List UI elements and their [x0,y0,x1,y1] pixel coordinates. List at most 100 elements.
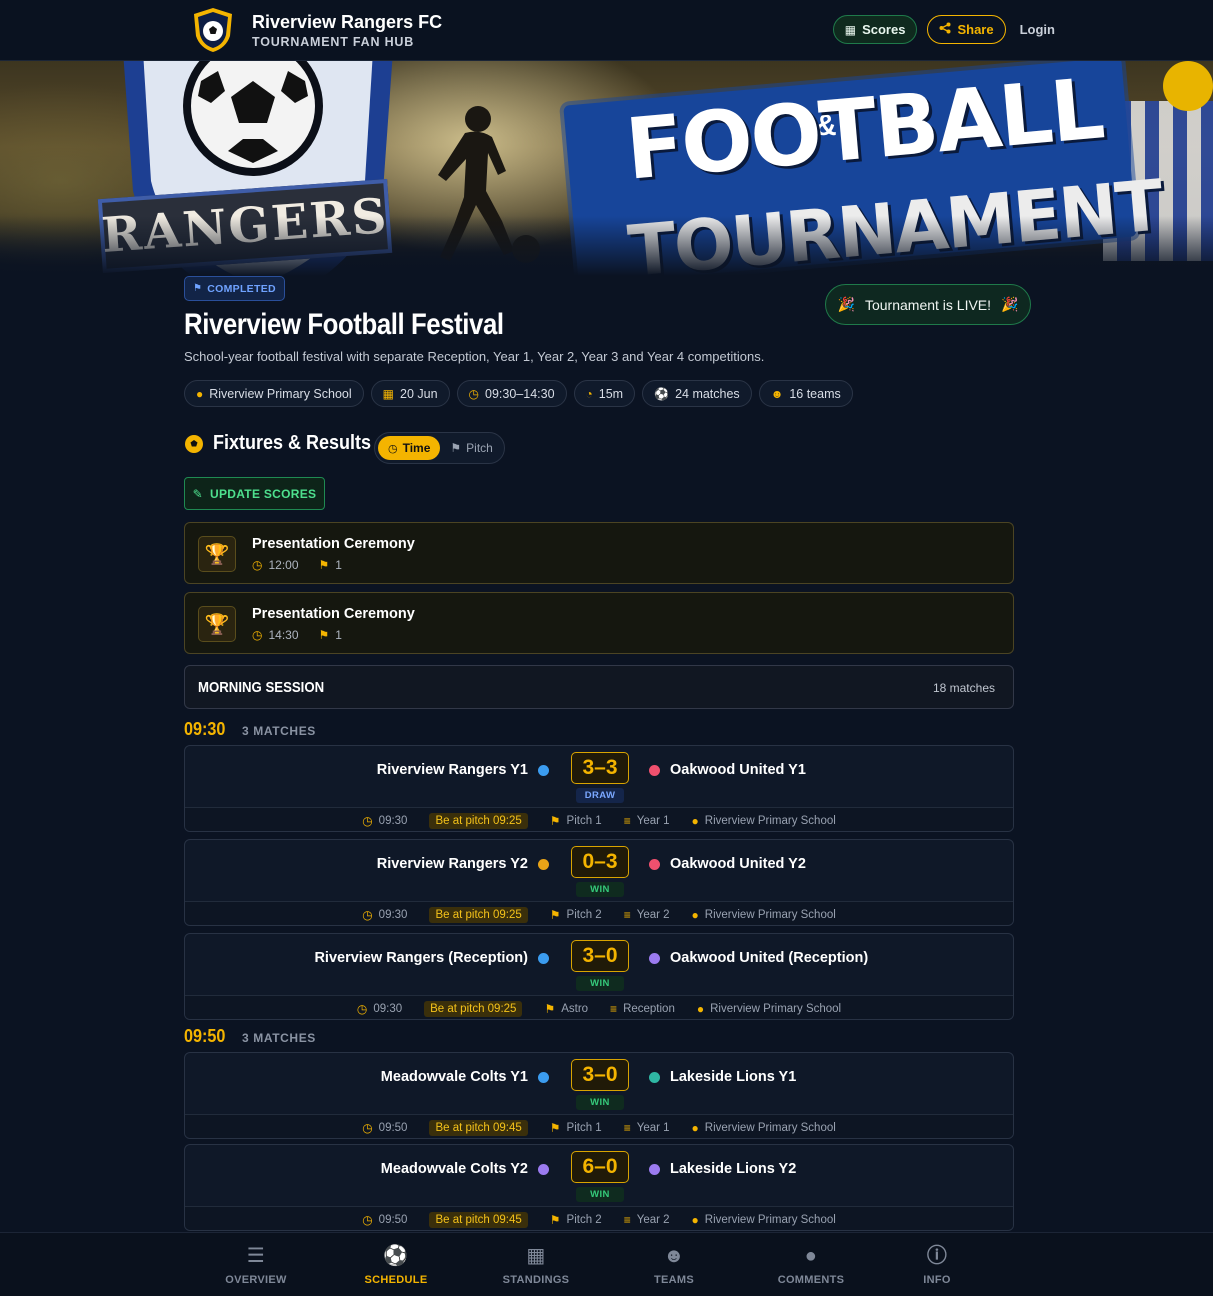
fixtures-header: Fixtures & Results [184,432,389,455]
event-info-chips: ● Riverview Primary School ▦ 20 Jun ◷ 09… [184,380,853,407]
match-card[interactable]: Riverview Rangers Y2 0–3 WIN Oakwood Uni… [184,839,1014,926]
be-at-pitch-badge: Be at pitch 09:45 [429,1119,528,1136]
status-badge-label: COMPLETED [207,282,276,295]
result-badge: DRAW [576,788,624,803]
home-team-name: Meadowvale Colts Y2 [380,1161,528,1177]
date-label: 20 Jun [400,386,438,401]
date-chip: ▦ 20 Jun [370,380,450,407]
match-group: ≡ Year 2 [624,1213,670,1227]
ceremony-card[interactable]: 🏆 Presentation Ceremony ◷ 12:00 ⚑ 1 [184,522,1014,584]
match-details: ◷ 09:30 Be at pitch 09:25 ⚑ Pitch 1 ≡ Ye… [185,807,1013,831]
match-group: ≡ Year 1 [624,814,670,828]
app-title: Riverview Rangers FC [252,11,443,32]
toggle-time-button[interactable]: ◷ Time [378,436,441,460]
match-pitch-label: Pitch 2 [566,908,602,921]
toggle-pitch-button[interactable]: ⚑ Pitch [440,436,502,460]
match-pitch-label: Pitch 1 [566,1121,602,1134]
match-score: 0–3 [571,846,629,878]
team-color-dot [649,764,660,776]
ceremony-pitch: 1 [335,628,342,642]
layers-icon: ≡ [623,907,631,922]
nav-overview[interactable]: ☰ OVERVIEW [196,1243,316,1286]
match-card[interactable]: Riverview Rangers Y1 3–3 DRAW Oakwood Un… [184,745,1014,832]
match-details: ◷ 09:30 Be at pitch 09:25 ⚑ Astro ≡ Rece… [185,995,1013,1019]
teams-label: 16 teams [789,386,841,401]
login-link[interactable]: Login [1016,22,1055,37]
match-teams: Riverview Rangers Y1 3–3 DRAW Oakwood Un… [185,746,1013,807]
match-group-label: Year 2 [636,908,670,921]
match-time-label: 09:30 [378,908,408,921]
users-icon: ☻ [770,386,784,401]
match-venue: ● Riverview Primary School [697,1002,841,1016]
location-pin-icon: ● [691,1212,699,1227]
nav-info[interactable]: ⓘ INFO [877,1243,997,1286]
ceremony-time: 12:00 [268,558,299,572]
match-score: 3–3 [571,752,629,784]
match-card[interactable]: Meadowvale Colts Y2 6–0 WIN Lakeside Lio… [184,1144,1014,1231]
scores-button[interactable]: ▦ Scores [832,15,918,44]
event-title: Riverview Football Festival [184,308,504,341]
status-badge: ⚑ COMPLETED [184,276,285,301]
table-icon: ▦ [526,1245,546,1267]
session-header[interactable]: MORNING SESSION 18 matches [184,665,1014,709]
share-button[interactable]: Share [927,15,1006,44]
clock-icon: ◷ [362,1212,373,1227]
match-pitch: ⚑ Pitch 2 [550,908,602,922]
home-team: Riverview Rangers Y1 [377,762,549,778]
layers-icon: ≡ [610,1001,618,1016]
match-details: ◷ 09:50 Be at pitch 09:45 ⚑ Pitch 2 ≡ Ye… [185,1206,1013,1230]
matches-label: 24 matches [675,386,740,401]
match-details: ◷ 09:30 Be at pitch 09:25 ⚑ Pitch 2 ≡ Ye… [185,901,1013,925]
match-card[interactable]: Riverview Rangers (Reception) 3–0 WIN Oa… [184,933,1014,1020]
duration-chip: ◔ 15m [573,380,636,407]
match-group-label: Year 1 [636,1121,670,1134]
clock-icon: ◷ [356,1001,368,1016]
event-description: School-year football festival with separ… [184,349,765,364]
match-pitch-label: Astro [561,1002,589,1015]
flag-icon: ⚑ [450,441,462,455]
football-icon: ⚽ [383,1245,409,1267]
match-teams: Meadowvale Colts Y1 3–0 WIN Lakeside Lio… [185,1053,1013,1114]
slot-time: 09:50 [184,1026,226,1046]
share-label: Share [957,22,994,37]
away-team-name: Lakeside Lions Y2 [670,1161,797,1177]
clock-icon: ◷ [362,1120,373,1135]
match-group: ≡ Reception [610,1002,675,1016]
party-popper-icon: 🎉 [837,296,855,312]
checklist-icon: ☰ [246,1245,266,1267]
football-icon: ⚽ [654,386,670,401]
match-group: ≡ Year 1 [624,1121,670,1135]
match-venue: ● Riverview Primary School [692,1213,836,1227]
update-scores-button[interactable]: ✎ UPDATE SCORES [184,477,325,510]
clock-icon: ◷ [252,628,263,642]
scoreboard-icon: ▦ [844,22,857,37]
nav-standings[interactable]: ▦ STANDINGS [476,1243,596,1286]
ceremony-card[interactable]: 🏆 Presentation Ceremony ◷ 14:30 ⚑ 1 [184,592,1014,654]
slot-count: 3 MATCHES [242,1031,316,1045]
home-team-name: Riverview Rangers (Reception) [314,950,528,966]
match-time: ◷ 09:50 [362,1121,407,1135]
top-bar: Riverview Rangers FC TOURNAMENT FAN HUB … [0,0,1213,61]
away-team-name: Lakeside Lions Y1 [670,1069,797,1085]
match-group-label: Year 1 [636,814,670,827]
venue-chip: ● Riverview Primary School [184,380,364,407]
brand[interactable]: Riverview Rangers FC TOURNAMENT FAN HUB [190,6,442,54]
ceremony-pitch: 1 [335,558,342,572]
nav-comments[interactable]: ● COMMENTS [751,1243,871,1286]
match-card[interactable]: Meadowvale Colts Y1 3–0 WIN Lakeside Lio… [184,1052,1014,1139]
users-icon: ☻ [663,1245,685,1267]
match-group: ≡ Year 2 [624,908,670,922]
session-title: MORNING SESSION [198,679,325,696]
team-color-dot [649,1071,660,1083]
nav-teams[interactable]: ☻ TEAMS [614,1243,734,1286]
match-time-label: 09:50 [378,1213,408,1226]
ceremony-title: Presentation Ceremony [252,536,415,552]
teams-chip: ☻ 16 teams [758,380,853,407]
match-venue: ● Riverview Primary School [692,814,836,828]
nav-schedule[interactable]: ⚽ SCHEDULE [336,1243,456,1286]
hero-banner: RANGERS & FOOTBALL TOURNAMENT [0,61,1213,276]
nav-label: OVERVIEW [225,1274,287,1286]
home-team-name: Riverview Rangers Y2 [376,856,528,872]
match-time: ◷ 09:30 [357,1002,402,1016]
share-icon [939,22,951,37]
